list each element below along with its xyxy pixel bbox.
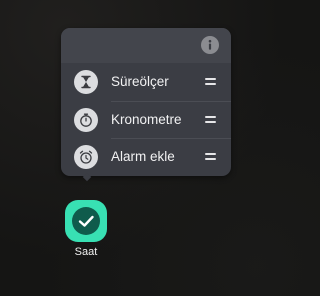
shortcut-label: Alarm ekle: [111, 149, 175, 164]
app-icon-clock[interactable]: Saat: [62, 200, 110, 266]
shortcut-item-stopwatch[interactable]: Kronometre: [61, 102, 231, 139]
hourglass-icon: [74, 70, 98, 94]
drag-handle-icon[interactable]: [205, 153, 216, 160]
shortcut-label: Süreölçer: [111, 74, 169, 89]
info-icon[interactable]: [201, 36, 219, 54]
clock-app-icon[interactable]: [65, 200, 107, 242]
app-shortcuts-popup: Süreölçer Kronometre Alarm ekle: [61, 28, 231, 176]
shortcut-label: Kronometre: [111, 112, 182, 127]
shortcut-item-timer[interactable]: Süreölçer: [61, 64, 231, 101]
drag-handle-icon[interactable]: [205, 78, 216, 85]
stopwatch-icon: [74, 108, 98, 132]
drag-handle-icon[interactable]: [205, 116, 216, 123]
popup-header: [61, 28, 231, 63]
alarm-clock-icon: [74, 145, 98, 169]
app-label: Saat: [74, 246, 98, 258]
shortcut-item-add-alarm[interactable]: Alarm ekle: [61, 139, 231, 176]
